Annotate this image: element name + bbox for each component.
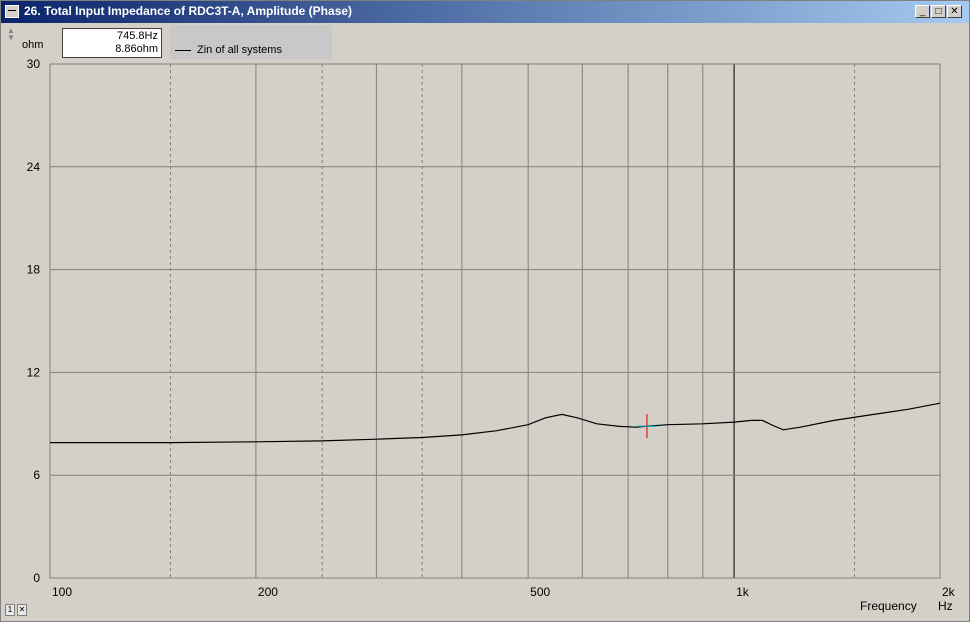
x-tick-label: 500 (530, 585, 550, 599)
plot-area[interactable] (49, 63, 941, 579)
y-tick-label: 0 (33, 571, 40, 585)
x-tick-label: 1k (736, 585, 750, 599)
y-tick-label: 18 (27, 263, 41, 277)
status-icon-1[interactable]: 1 (5, 604, 15, 616)
x-axis-label: Frequency (860, 599, 917, 613)
x-tick-label: 2k (942, 585, 956, 599)
status-icon-2[interactable]: ✕ (17, 604, 27, 616)
series-line[interactable] (50, 402, 941, 444)
x-tick-label: 200 (258, 585, 278, 599)
x-unit-label: Hz (938, 599, 953, 613)
x-tick-label: 100 (52, 585, 72, 599)
y-tick-label: 30 (27, 57, 41, 71)
y-tick-label: 24 (27, 160, 41, 174)
y-tick-label: 6 (33, 468, 40, 482)
impedance-chart[interactable]: 100 200 500 1k 2k 0 6 12 18 24 30 Hz Frequency (0, 0, 970, 622)
y-tick-label: 12 (27, 365, 41, 379)
